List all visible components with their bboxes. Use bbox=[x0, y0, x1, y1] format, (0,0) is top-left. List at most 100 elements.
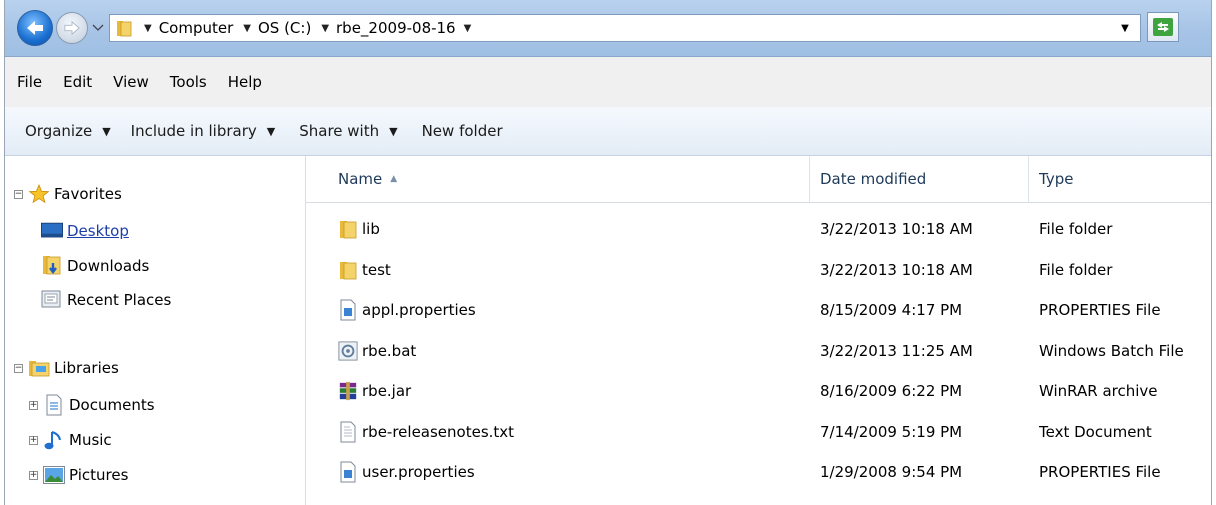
menu-edit[interactable]: Edit bbox=[63, 73, 92, 91]
nav-item-label: Music bbox=[69, 431, 112, 449]
winrar-archive-icon bbox=[338, 380, 358, 402]
file-name: rbe.bat bbox=[362, 341, 417, 360]
chevron-down-icon: ▼ bbox=[266, 124, 276, 138]
menu-tools[interactable]: Tools bbox=[170, 73, 207, 91]
file-date-modified: 1/29/2008 9:54 PM bbox=[820, 463, 963, 481]
file-row[interactable]: rbe-releasenotes.txt 7/14/2009 5:19 PM Tex… bbox=[306, 413, 1211, 451]
breadcrumb-arrow-icon[interactable]: ▼ bbox=[464, 23, 472, 34]
breadcrumb-arrow-icon[interactable]: ▼ bbox=[243, 23, 251, 34]
forward-arrow-icon bbox=[64, 20, 80, 36]
favorites-label: Favorites bbox=[54, 185, 122, 203]
file-row[interactable]: lib 3/22/2013 10:18 AM File folder bbox=[306, 210, 1211, 248]
breadcrumb-label: rbe_2009-08-16 bbox=[336, 19, 456, 37]
nav-item-music[interactable]: + Music bbox=[29, 430, 112, 450]
column-header-date-modified[interactable]: Date modified bbox=[820, 156, 1020, 202]
nav-item-label: Desktop bbox=[67, 222, 129, 240]
recent-pages-button[interactable] bbox=[90, 18, 106, 38]
collapse-icon[interactable]: − bbox=[14, 189, 23, 199]
collapse-icon[interactable]: − bbox=[14, 363, 23, 373]
expand-icon[interactable]: + bbox=[29, 470, 38, 480]
file-name-cell[interactable]: lib bbox=[338, 210, 380, 248]
file-type: Windows Batch File bbox=[1039, 341, 1184, 360]
address-bar[interactable]: ▼ Computer ▼ OS (C:) ▼ rbe_2009-08-16 ▼ … bbox=[109, 14, 1141, 42]
column-divider[interactable] bbox=[1028, 156, 1029, 202]
favorites-node[interactable]: − Favorites bbox=[14, 184, 122, 204]
nav-item-label: Pictures bbox=[69, 466, 129, 484]
menu-bar: File Edit View Tools Help bbox=[5, 57, 1211, 107]
nav-item-pictures[interactable]: + Pictures bbox=[29, 465, 128, 485]
file-name-cell[interactable]: rbe-releasenotes.txt bbox=[338, 413, 514, 451]
navigation-pane: − Favorites Desktop Downloads Recent Pla… bbox=[5, 156, 306, 505]
file-name-cell[interactable]: user.properties bbox=[338, 453, 475, 491]
file-type: PROPERTIES File bbox=[1039, 301, 1161, 319]
organize-label: Organize bbox=[25, 122, 93, 140]
sort-ascending-icon: ▲ bbox=[390, 174, 398, 184]
explorer-window: ▼ Computer ▼ OS (C:) ▼ rbe_2009-08-16 ▼ … bbox=[4, 0, 1212, 505]
file-list: Name ▲ Date modified Type lib 3/22/2013 1… bbox=[306, 156, 1211, 505]
file-name: appl.properties bbox=[362, 301, 476, 319]
include-in-library-button[interactable]: Include in library ▼ bbox=[131, 122, 288, 140]
nav-item-documents[interactable]: + Documents bbox=[29, 394, 155, 416]
nav-item-desktop[interactable]: Desktop bbox=[41, 221, 129, 241]
nav-item-label: Documents bbox=[69, 396, 155, 414]
file-type: WinRAR archive bbox=[1039, 382, 1158, 400]
file-date-modified: 3/22/2013 11:25 AM bbox=[820, 341, 973, 360]
nav-item-recent-places[interactable]: Recent Places bbox=[41, 290, 171, 310]
file-row[interactable]: rbe.bat 3/22/2013 11:25 AM Windows Batch F… bbox=[306, 332, 1211, 370]
column-header-label: Date modified bbox=[820, 170, 927, 188]
column-divider[interactable] bbox=[809, 156, 810, 202]
column-header-type[interactable]: Type bbox=[1039, 156, 1209, 202]
include-in-library-label: Include in library bbox=[130, 122, 257, 140]
pictures-icon bbox=[43, 465, 65, 485]
properties-file-icon bbox=[338, 461, 358, 483]
new-folder-button[interactable]: New folder bbox=[422, 122, 503, 140]
file-name-cell[interactable]: test bbox=[338, 251, 391, 289]
command-bar: Organize ▼ Include in library ▼ Share wi… bbox=[5, 107, 1211, 156]
new-folder-label: New folder bbox=[421, 122, 503, 140]
file-type: File folder bbox=[1039, 260, 1113, 279]
back-button[interactable] bbox=[17, 10, 53, 46]
chevron-down-icon: ▼ bbox=[389, 124, 398, 138]
folder-icon bbox=[338, 218, 358, 240]
breadcrumb-computer[interactable]: ▼ Computer bbox=[144, 19, 233, 37]
file-row[interactable]: rbe.jar 8/16/2009 6:22 PM WinRAR archive bbox=[306, 372, 1211, 410]
navigation-bar: ▼ Computer ▼ OS (C:) ▼ rbe_2009-08-16 ▼ … bbox=[5, 0, 1211, 57]
refresh-icon bbox=[1153, 18, 1173, 36]
organize-button[interactable]: Organize ▼ bbox=[25, 122, 123, 140]
nav-item-label: Downloads bbox=[67, 257, 150, 275]
share-with-button[interactable]: Share with ▼ bbox=[299, 122, 409, 140]
refresh-button[interactable] bbox=[1147, 12, 1179, 42]
documents-icon bbox=[43, 394, 65, 416]
breadcrumb-arrow-icon[interactable]: ▼ bbox=[144, 23, 152, 34]
file-name: rbe.jar bbox=[362, 382, 412, 400]
nav-item-downloads[interactable]: Downloads bbox=[41, 256, 149, 276]
chevron-down-icon bbox=[92, 24, 104, 31]
column-header-label: Type bbox=[1039, 170, 1074, 188]
libraries-node[interactable]: − Libraries bbox=[14, 358, 119, 378]
file-type: PROPERTIES File bbox=[1039, 463, 1161, 481]
breadcrumb-os-drive[interactable]: ▼ OS (C:) bbox=[243, 19, 311, 37]
downloads-icon bbox=[41, 256, 63, 276]
expand-icon[interactable]: + bbox=[29, 435, 38, 445]
file-name: rbe-releasenotes.txt bbox=[362, 422, 515, 441]
breadcrumb-label: OS (C:) bbox=[257, 19, 312, 37]
file-row[interactable]: user.properties 1/29/2008 9:54 PM PROPERTI… bbox=[306, 453, 1211, 491]
file-name: user.properties bbox=[362, 463, 475, 481]
file-name-cell[interactable]: rbe.jar bbox=[338, 372, 411, 410]
star-icon bbox=[28, 184, 50, 204]
address-dropdown-icon[interactable]: ▼ bbox=[1118, 21, 1132, 35]
file-name: lib bbox=[362, 220, 380, 238]
file-row[interactable]: test 3/22/2013 10:18 AM File folder bbox=[306, 251, 1211, 289]
menu-view[interactable]: View bbox=[113, 73, 149, 91]
file-row[interactable]: appl.properties 8/15/2009 4:17 PM PROPERTI… bbox=[306, 291, 1211, 329]
file-name-cell[interactable]: appl.properties bbox=[338, 291, 476, 329]
file-name-cell[interactable]: rbe.bat bbox=[338, 332, 416, 370]
breadcrumb-current-folder[interactable]: ▼ rbe_2009-08-16 ▼ bbox=[321, 19, 471, 37]
menu-help[interactable]: Help bbox=[228, 73, 262, 91]
menu-file[interactable]: File bbox=[17, 73, 42, 91]
expand-icon[interactable]: + bbox=[29, 400, 38, 410]
breadcrumb-arrow-icon[interactable]: ▼ bbox=[321, 23, 329, 34]
column-header-name[interactable]: Name ▲ bbox=[338, 156, 808, 202]
file-date-modified: 7/14/2009 5:19 PM bbox=[820, 422, 963, 441]
forward-button[interactable] bbox=[56, 12, 88, 44]
